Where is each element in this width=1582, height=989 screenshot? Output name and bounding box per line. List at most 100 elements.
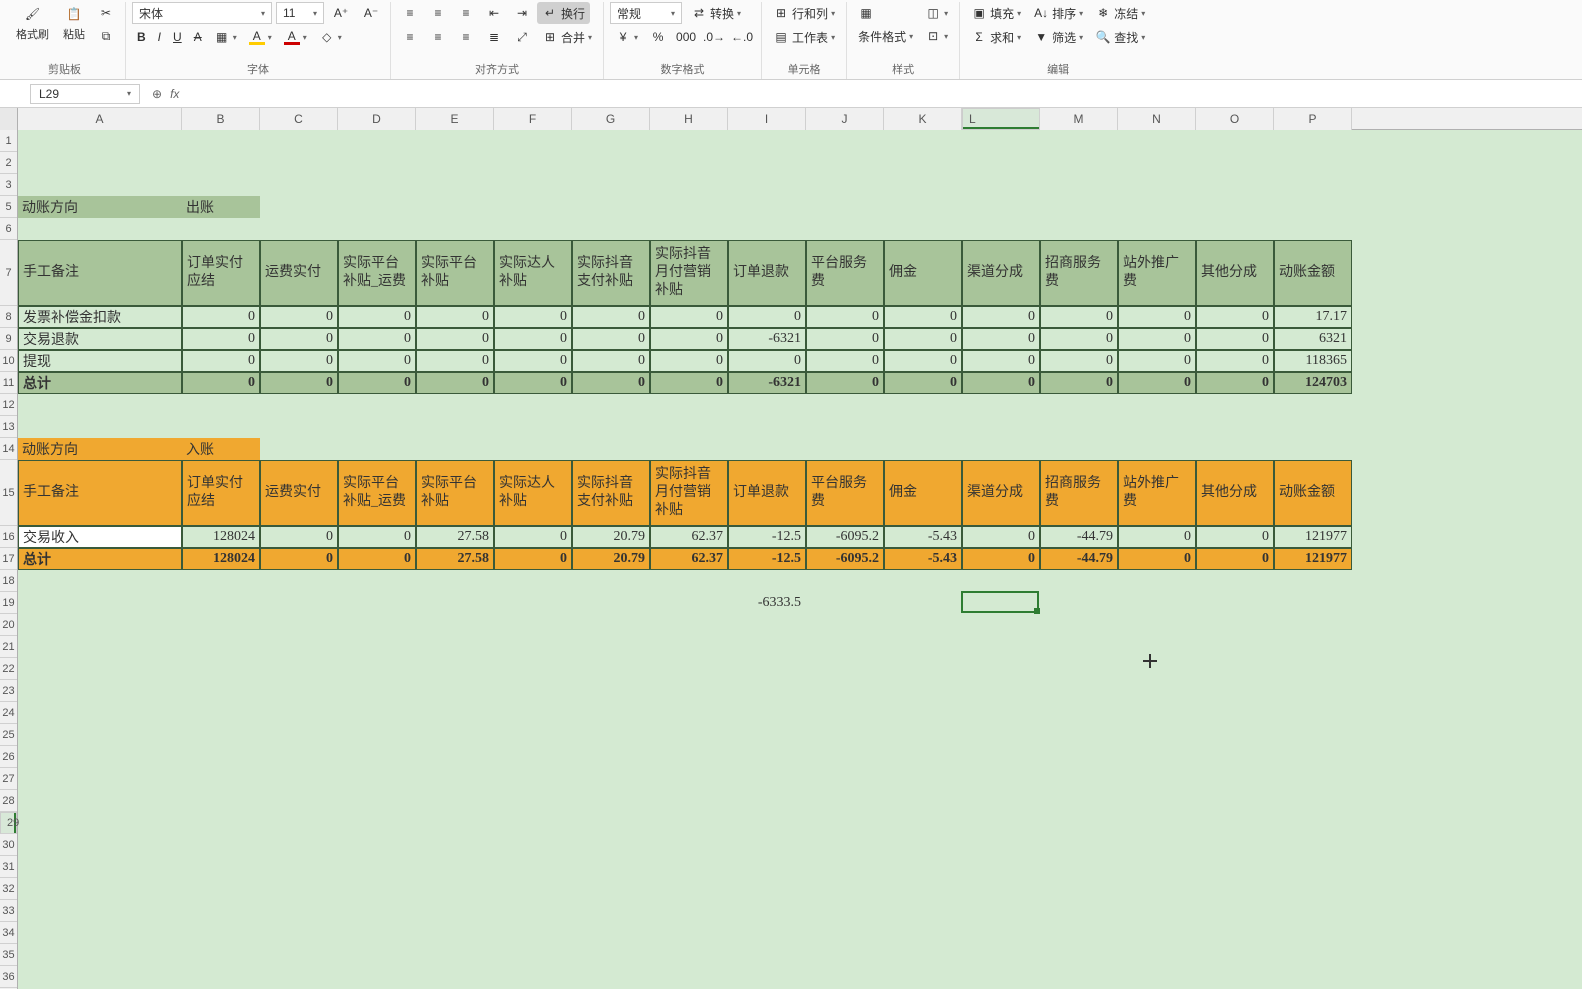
cell-P17[interactable]: 121977 <box>1274 548 1352 570</box>
cell-I9[interactable]: -6321 <box>728 328 806 350</box>
cell-E11[interactable]: 0 <box>416 372 494 394</box>
cell-J15[interactable]: 平台服务费 <box>806 460 884 526</box>
cell-H16[interactable]: 62.37 <box>650 526 728 548</box>
cell-O10[interactable]: 0 <box>1196 350 1274 372</box>
cell-K7[interactable]: 佣金 <box>884 240 962 306</box>
cell-I17[interactable]: -12.5 <box>728 548 806 570</box>
cell-P7[interactable]: 动账金额 <box>1274 240 1352 306</box>
row-header-12[interactable]: 12 <box>0 394 17 416</box>
cell-C15[interactable]: 运费实付 <box>260 460 338 526</box>
cell-J17[interactable]: -6095.2 <box>806 548 884 570</box>
cell-M17[interactable]: -44.79 <box>1040 548 1118 570</box>
cell-P11[interactable]: 124703 <box>1274 372 1352 394</box>
row-header-26[interactable]: 26 <box>0 746 17 768</box>
cell-C8[interactable]: 0 <box>260 306 338 328</box>
row-header-9[interactable]: 9 <box>0 328 17 350</box>
cell-A11[interactable]: 总计 <box>18 372 182 394</box>
cell-M10[interactable]: 0 <box>1040 350 1118 372</box>
cell-N10[interactable]: 0 <box>1118 350 1196 372</box>
cell-G11[interactable]: 0 <box>572 372 650 394</box>
column-header-M[interactable]: M <box>1040 108 1118 130</box>
cell-C11[interactable]: 0 <box>260 372 338 394</box>
cell-L16[interactable]: 0 <box>962 526 1040 548</box>
align-center-button[interactable]: ≡ <box>425 26 451 48</box>
row-header-35[interactable]: 35 <box>0 944 17 966</box>
cell-A14[interactable]: 动账方向 <box>18 438 182 460</box>
cond-format-button[interactable]: 条件格式▾ <box>853 25 918 47</box>
convert-button[interactable]: ⇄转换▾ <box>686 2 746 24</box>
cell-F16[interactable]: 0 <box>494 526 572 548</box>
percent-button[interactable]: % <box>645 26 671 48</box>
align-left-button[interactable]: ≡ <box>397 26 423 48</box>
column-header-H[interactable]: H <box>650 108 728 130</box>
cell-I7[interactable]: 订单退款 <box>728 240 806 306</box>
table-style-button[interactable]: ▦ <box>853 2 918 24</box>
find-button[interactable]: 🔍查找▾ <box>1090 26 1150 48</box>
row-header-3[interactable]: 3 <box>0 174 17 196</box>
cell-P15[interactable]: 动账金额 <box>1274 460 1352 526</box>
cell-O11[interactable]: 0 <box>1196 372 1274 394</box>
cell-L8[interactable]: 0 <box>962 306 1040 328</box>
cell-F9[interactable]: 0 <box>494 328 572 350</box>
row-header-5[interactable]: 5 <box>0 196 17 218</box>
cell-B9[interactable]: 0 <box>182 328 260 350</box>
filter-button[interactable]: ▼筛选▾ <box>1028 26 1088 48</box>
fx-icon[interactable]: fx <box>170 87 179 101</box>
column-header-D[interactable]: D <box>338 108 416 130</box>
cell-K10[interactable]: 0 <box>884 350 962 372</box>
row-header-2[interactable]: 2 <box>0 152 17 174</box>
cell-D17[interactable]: 0 <box>338 548 416 570</box>
column-header-B[interactable]: B <box>182 108 260 130</box>
row-header-13[interactable]: 13 <box>0 416 17 438</box>
column-header-L[interactable]: L <box>962 108 1040 130</box>
cell-G7[interactable]: 实际抖音支付补贴 <box>572 240 650 306</box>
rowcol-button[interactable]: ⊞行和列▾ <box>768 2 840 24</box>
underline-button[interactable]: U <box>168 26 187 48</box>
cell-I15[interactable]: 订单退款 <box>728 460 806 526</box>
row-header-28[interactable]: 28 <box>0 790 17 812</box>
row-header-7[interactable]: 7 <box>0 240 17 306</box>
merge-button[interactable]: ⊞合并▾ <box>537 26 597 48</box>
cell-C7[interactable]: 运费实付 <box>260 240 338 306</box>
align-right-button[interactable]: ≡ <box>453 26 479 48</box>
row-header-14[interactable]: 14 <box>0 438 17 460</box>
cell-M15[interactable]: 招商服务费 <box>1040 460 1118 526</box>
cell-E17[interactable]: 27.58 <box>416 548 494 570</box>
row-header-11[interactable]: 11 <box>0 372 17 394</box>
cell-P9[interactable]: 6321 <box>1274 328 1352 350</box>
cell-G15[interactable]: 实际抖音支付补贴 <box>572 460 650 526</box>
orientation-button[interactable]: ⤢ <box>509 26 535 48</box>
font-family-select[interactable]: 宋体▾ <box>132 2 272 24</box>
cell-E9[interactable]: 0 <box>416 328 494 350</box>
cell-H10[interactable]: 0 <box>650 350 728 372</box>
cell-K11[interactable]: 0 <box>884 372 962 394</box>
cell-B16[interactable]: 128024 <box>182 526 260 548</box>
cell-F8[interactable]: 0 <box>494 306 572 328</box>
cell-I16[interactable]: -12.5 <box>728 526 806 548</box>
cell-E7[interactable]: 实际平台补贴 <box>416 240 494 306</box>
row-header-23[interactable]: 23 <box>0 680 17 702</box>
row-header-31[interactable]: 31 <box>0 856 17 878</box>
fill-button[interactable]: ▣填充▾ <box>966 2 1026 24</box>
cell-O17[interactable]: 0 <box>1196 548 1274 570</box>
crop-button[interactable]: ⊡▾ <box>920 25 953 47</box>
cell-C9[interactable]: 0 <box>260 328 338 350</box>
cell-O9[interactable]: 0 <box>1196 328 1274 350</box>
cell-I19[interactable]: -6333.5 <box>728 592 806 614</box>
cell-G8[interactable]: 0 <box>572 306 650 328</box>
paste-button[interactable]: 📋 粘贴 <box>57 2 91 44</box>
row-header-15[interactable]: 15 <box>0 460 17 526</box>
column-header-I[interactable]: I <box>728 108 806 130</box>
cell-F15[interactable]: 实际达人补贴 <box>494 460 572 526</box>
wrap-text-button[interactable]: ↵换行 <box>537 2 590 24</box>
cell-L10[interactable]: 0 <box>962 350 1040 372</box>
cells-area[interactable]: 动账方向出账手工备注订单实付应结运费实付实际平台补贴_运费实际平台补贴实际达人补… <box>18 130 1582 989</box>
indent-inc-button[interactable]: ⇥ <box>509 2 535 24</box>
name-box[interactable]: L29 ▾ <box>30 84 140 104</box>
cell-D9[interactable]: 0 <box>338 328 416 350</box>
column-header-A[interactable]: A <box>18 108 182 130</box>
cell-F11[interactable]: 0 <box>494 372 572 394</box>
cell-A5[interactable]: 动账方向 <box>18 196 182 218</box>
cell-L9[interactable]: 0 <box>962 328 1040 350</box>
bold-button[interactable]: B <box>132 26 151 48</box>
